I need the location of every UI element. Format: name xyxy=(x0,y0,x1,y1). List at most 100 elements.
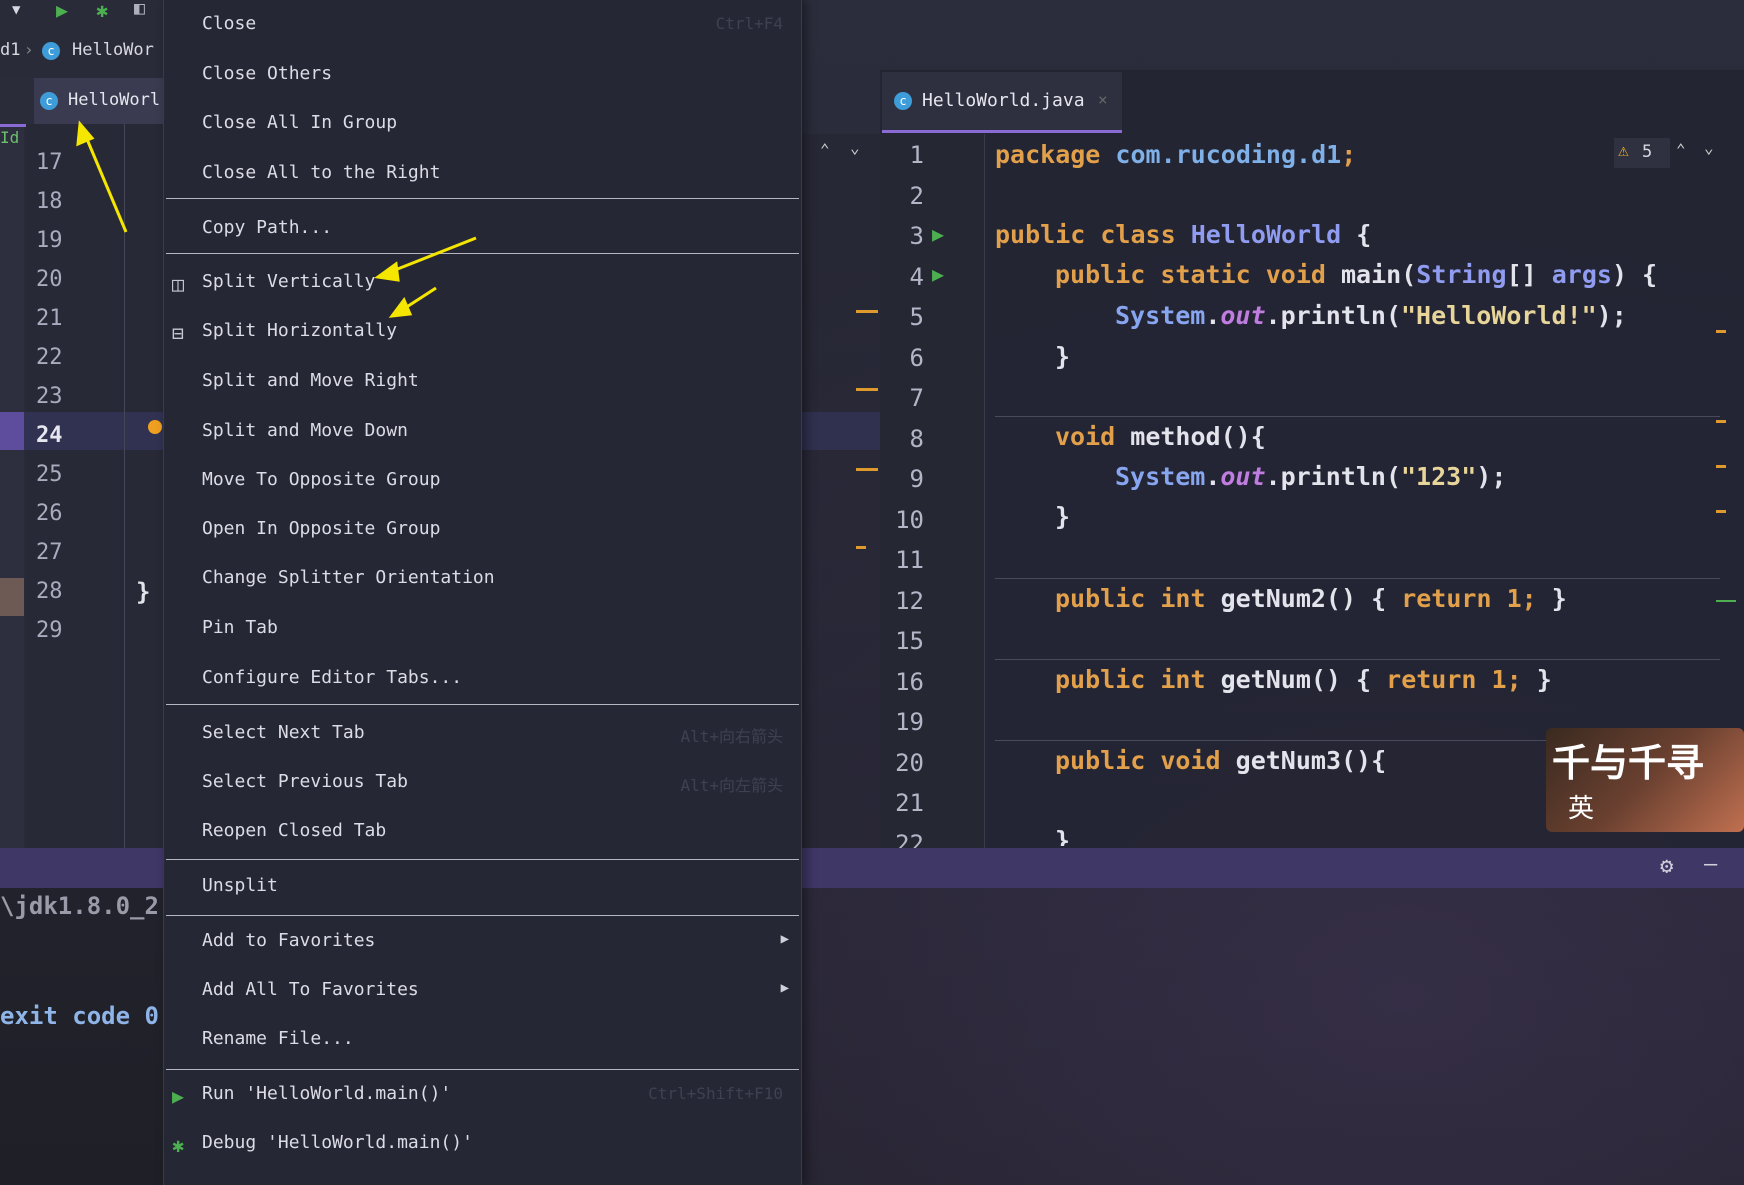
minimize-icon[interactable]: — xyxy=(1704,852,1717,877)
menu-item-label: Configure Editor Tabs... xyxy=(202,667,463,688)
menu-item-label: Unsplit xyxy=(202,875,278,896)
left-line-number: 28 xyxy=(36,579,63,604)
right-line-number: 8 xyxy=(909,424,924,453)
menu-separator xyxy=(166,1069,799,1070)
menu-item-label: Split Vertically xyxy=(202,271,376,292)
left-closing-brace: } xyxy=(136,578,151,606)
debug-icon[interactable]: ✱ xyxy=(96,0,108,22)
menu-item-split-vertically[interactable]: Split Vertically ◫ xyxy=(164,260,801,306)
breadcrumb-project[interactable]: d1 xyxy=(0,40,20,60)
thumbnail-title: 千与千寻 xyxy=(1552,740,1705,785)
prev-highlight-icon[interactable]: ⌃ xyxy=(1676,140,1686,159)
chevron-right-icon: › xyxy=(24,40,34,59)
java-class-icon: c xyxy=(40,92,58,110)
gear-icon[interactable]: ⚙ xyxy=(1660,854,1673,879)
right-line-number: 16 xyxy=(895,667,924,696)
menu-item-label: Copy Path... xyxy=(202,217,333,238)
split-vertical-icon: ◫ xyxy=(172,272,185,296)
menu-item-close-all-in-group[interactable]: Close All In Group xyxy=(164,101,801,147)
menu-item-label: Close Others xyxy=(202,63,333,84)
right-line-number: 10 xyxy=(895,505,924,534)
right-line-number: 20 xyxy=(895,748,924,777)
menu-item-debug-main[interactable]: Debug 'HelloWorld.main()' ✱ xyxy=(164,1121,801,1167)
left-editor-tab[interactable]: c HelloWorl xyxy=(34,78,164,124)
nav-down-icon[interactable]: ⌄ xyxy=(850,138,860,157)
left-edge-strip xyxy=(0,78,24,848)
java-class-icon: c xyxy=(894,92,912,110)
menu-item-move-to-opposite-group[interactable]: Move To Opposite Group xyxy=(164,458,801,504)
menu-item-unsplit[interactable]: Unsplit xyxy=(164,864,801,910)
run-gutter-icon[interactable]: ▶ xyxy=(932,262,944,286)
run-gutter-icon[interactable]: ▶ xyxy=(932,222,944,246)
menu-item-label: Close xyxy=(202,13,257,34)
change-marker xyxy=(0,578,24,616)
menu-item-label: Debug 'HelloWorld.main()' xyxy=(202,1132,473,1153)
menu-item-add-to-favorites[interactable]: Add to Favorites ▶ xyxy=(164,919,801,965)
right-line-number: 7 xyxy=(909,384,924,412)
menu-item-label: Add to Favorites xyxy=(202,930,376,951)
close-tab-icon[interactable]: × xyxy=(1098,90,1108,109)
right-line-number: 12 xyxy=(895,586,924,615)
run-icon: ▶ xyxy=(172,1084,185,1108)
coverage-icon[interactable]: ◧ xyxy=(134,0,145,19)
menu-item-label: Open In Opposite Group xyxy=(202,518,441,539)
menu-item-split-horizontally[interactable]: Split Horizontally ⊟ xyxy=(164,309,801,355)
breadcrumb-file[interactable]: HelloWor xyxy=(72,40,154,60)
menu-separator xyxy=(166,253,799,254)
menu-item-label: Close All to the Right xyxy=(202,162,441,183)
menu-item-split-move-down[interactable]: Split and Move Down xyxy=(164,409,801,455)
left-line-number: 19 xyxy=(36,228,63,253)
menu-item-close-others[interactable]: Close Others xyxy=(164,52,801,98)
code-line-8: void method(){ xyxy=(1055,422,1266,451)
right-line-number: 9 xyxy=(909,465,924,493)
code-line-20: public void getNum3(){ xyxy=(1055,746,1387,775)
menu-item-reopen-closed-tab[interactable]: Reopen Closed Tab xyxy=(164,809,801,855)
dropdown-icon[interactable]: ▼ xyxy=(12,2,20,18)
class-icon: c xyxy=(42,42,60,60)
menu-item-rename-file[interactable]: Rename File... xyxy=(164,1017,801,1063)
menu-item-copy-path[interactable]: Copy Path... xyxy=(164,206,801,252)
bulb-icon[interactable] xyxy=(148,420,162,434)
menu-item-label: Rename File... xyxy=(202,1028,354,1049)
menu-item-split-move-right[interactable]: Split and Move Right xyxy=(164,359,801,405)
code-line-1: package com.rucoding.d1; xyxy=(995,140,1357,169)
right-line-number: 5 xyxy=(909,303,924,331)
code-line-9: System.out.println("123"); xyxy=(1115,462,1507,491)
stripe-mark xyxy=(1716,510,1726,513)
menu-item-open-in-opposite-group[interactable]: Open In Opposite Group xyxy=(164,507,801,553)
menu-separator xyxy=(166,859,799,860)
menu-item-select-next-tab[interactable]: Select Next Tab Alt+向右箭头 xyxy=(164,711,801,757)
method-separator xyxy=(995,416,1720,417)
selection-marker xyxy=(0,412,24,450)
right-editor-tab[interactable]: c HelloWorld.java × xyxy=(882,72,1122,133)
menu-item-shortcut: Alt+向右箭头 xyxy=(680,727,783,746)
warning-icon: ⚠ xyxy=(1618,140,1629,161)
code-line-3: public class HelloWorld { xyxy=(995,220,1372,249)
run-icon[interactable]: ▶ xyxy=(56,0,68,22)
left-line-number: 20 xyxy=(36,267,63,292)
menu-item-select-previous-tab[interactable]: Select Previous Tab Alt+向左箭头 xyxy=(164,760,801,806)
menu-item-close-all-to-right[interactable]: Close All to the Right xyxy=(164,151,801,197)
menu-item-close[interactable]: Close Ctrl+F4 xyxy=(164,2,801,48)
warning-count: 5 xyxy=(1642,142,1653,162)
next-highlight-icon[interactable]: ⌄ xyxy=(1704,138,1714,157)
right-line-number: 15 xyxy=(895,627,924,655)
menu-item-add-all-to-favorites[interactable]: Add All To Favorites ▶ xyxy=(164,968,801,1014)
menu-item-label: Split and Move Down xyxy=(202,420,408,441)
method-separator xyxy=(995,578,1720,579)
exit-code: exit code 0 xyxy=(0,1002,159,1030)
code-line-5: System.out.println("HelloWorld!"); xyxy=(1115,301,1627,330)
menu-separator xyxy=(166,198,799,199)
menu-item-change-splitter-orientation[interactable]: Change Splitter Orientation xyxy=(164,556,801,602)
left-line-number: 27 xyxy=(36,540,63,565)
menu-item-run-main[interactable]: Run 'HelloWorld.main()' Ctrl+Shift+F10 ▶ xyxy=(164,1072,801,1118)
stripe-mark-green xyxy=(1716,600,1736,602)
stripe-mark xyxy=(1716,465,1726,468)
right-tab-label: HelloWorld.java xyxy=(922,90,1085,111)
menu-item-configure-editor-tabs[interactable]: Configure Editor Tabs... xyxy=(164,656,801,702)
nav-up-icon[interactable]: ⌃ xyxy=(820,140,830,159)
warning-indicator[interactable]: ⚠ 5 xyxy=(1614,138,1670,168)
menu-item-pin-tab[interactable]: Pin Tab xyxy=(164,606,801,652)
movie-thumbnail: 千与千寻 英 xyxy=(1546,728,1744,832)
left-line-number: 17 xyxy=(36,150,63,175)
